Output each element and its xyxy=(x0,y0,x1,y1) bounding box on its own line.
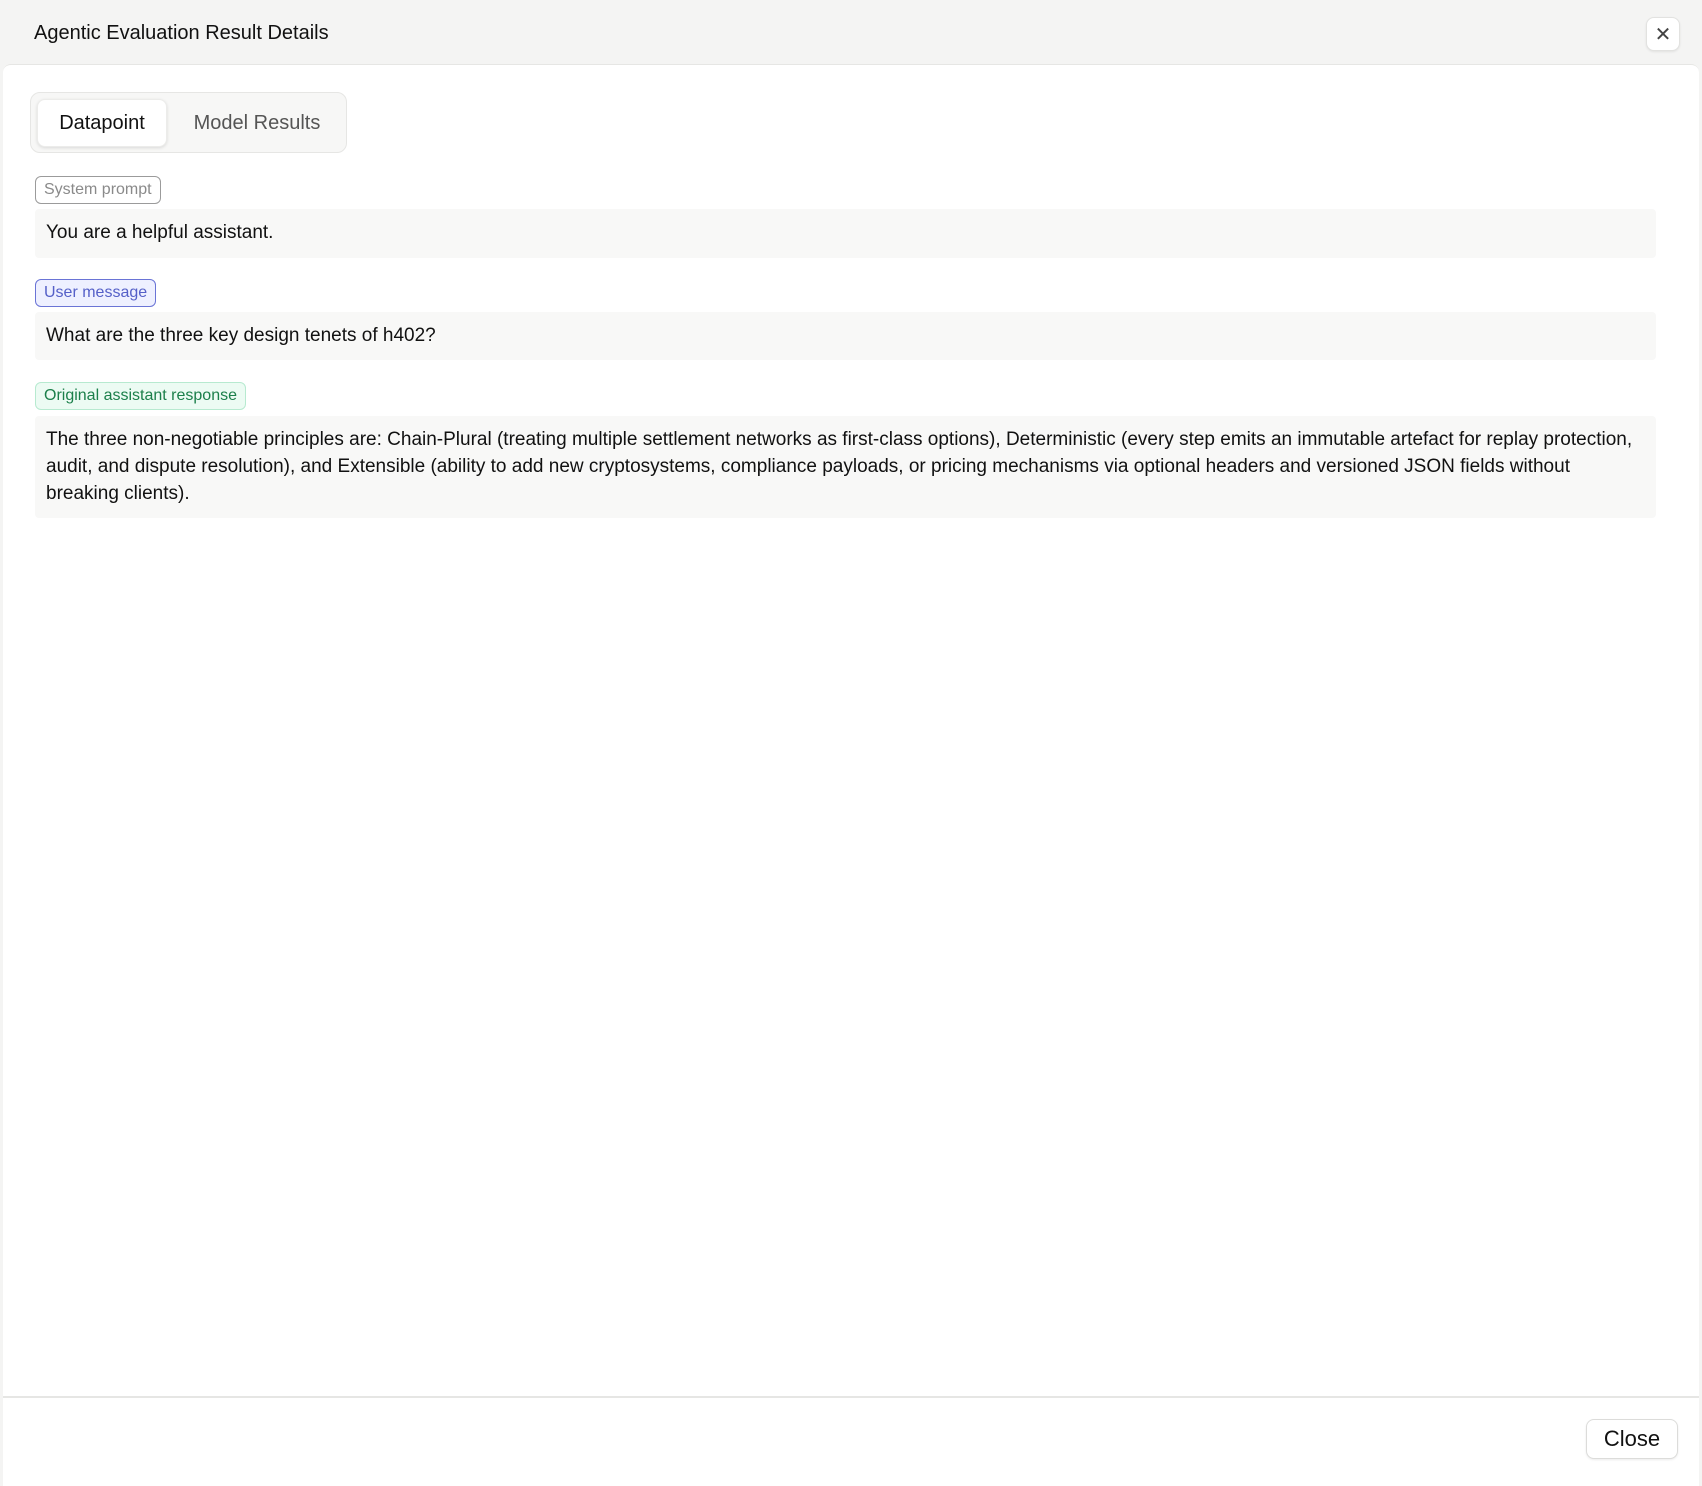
tab-bar: Datapoint Model Results xyxy=(30,92,347,153)
result-details-dialog: Agentic Evaluation Result Details ✕ Data… xyxy=(0,0,1702,1486)
dialog-header: Agentic Evaluation Result Details ✕ xyxy=(0,0,1702,64)
dialog-body: Datapoint Model Results System prompt Yo… xyxy=(3,64,1699,1397)
dialog-title: Agentic Evaluation Result Details xyxy=(34,22,329,44)
dialog-footer: Close xyxy=(3,1397,1699,1486)
tab-datapoint[interactable]: Datapoint xyxy=(37,99,167,147)
user-message-text: What are the three key design tenets of … xyxy=(35,312,1656,360)
user-message-badge: User message xyxy=(35,279,157,307)
close-x-button[interactable]: ✕ xyxy=(1646,17,1680,51)
assistant-response-text: The three non-negotiable principles are:… xyxy=(35,416,1656,518)
close-button[interactable]: Close xyxy=(1586,1419,1678,1459)
assistant-response-badge: Original assistant response xyxy=(35,382,246,410)
system-prompt-badge: System prompt xyxy=(35,176,161,204)
tab-model-results[interactable]: Model Results xyxy=(177,99,337,147)
close-icon: ✕ xyxy=(1654,23,1672,46)
system-prompt-text: You are a helpful assistant. xyxy=(35,209,1656,258)
